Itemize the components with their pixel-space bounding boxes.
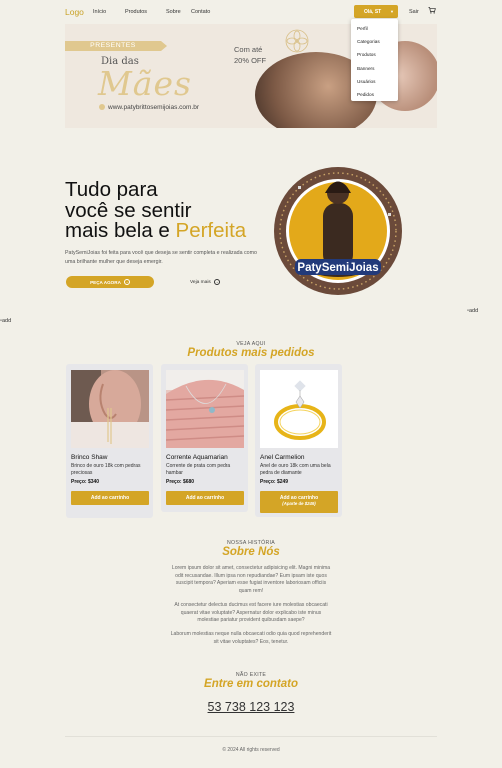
banner-site: www.patybrittosemijoias.com.br [99, 104, 199, 111]
cart-icon[interactable] [428, 7, 436, 14]
broken-image-right: ▫add [467, 308, 479, 314]
hero-title: Tudo para você se sentir mais bela e Per… [65, 178, 247, 242]
about-paragraph: At consectetur delectus ducimus est face… [174, 602, 328, 624]
see-more-link[interactable]: Veja mais → [190, 279, 220, 285]
product-price: Preço: $340 [71, 479, 100, 485]
product-image[interactable] [260, 370, 338, 448]
about-paragraph: Laborum molestias neque nulla obcaecati … [170, 631, 332, 645]
product-card-brinco[interactable]: Brinco Shaw Brinco de ouro 18k com pedra… [66, 364, 153, 518]
product-card-corrente[interactable]: Corrente Aquamarian Corrente de prata co… [161, 364, 248, 512]
navbar: Logo Início Produtos Sobre Contato Olá, … [0, 0, 502, 26]
products-title: Produtos mais pedidos [187, 347, 315, 359]
globe-icon [99, 104, 105, 110]
flower-emblem-icon [285, 29, 309, 53]
nav-link-inicio[interactable]: Início [93, 9, 106, 15]
footer-divider [65, 736, 437, 737]
arrow-right-icon: → [123, 279, 130, 285]
arrow-right-icon: → [213, 279, 220, 285]
about-title: Sobre Nós [222, 546, 280, 558]
banner-offer: Com até 20% OFF [234, 45, 267, 65]
user-dropdown-menu: Perfil Categorias Produtos Banners Usuár… [351, 19, 398, 101]
product-card-anel[interactable]: Anel Carmelion Anel de ouro 18k com uma … [255, 364, 342, 517]
menu-item-perfil[interactable]: Perfil [351, 23, 398, 36]
order-now-button[interactable]: PEÇA AGORA → [66, 276, 154, 288]
product-name: Anel Carmelion [260, 454, 305, 461]
product-image[interactable] [71, 370, 149, 448]
broken-image-left: ▫add [0, 318, 12, 324]
add-to-cart-button[interactable]: Add ao carrinho (Aparte de $249) [260, 491, 338, 513]
contact-title: Entre em contato [204, 678, 298, 690]
nav-link-contato[interactable]: Contato [191, 9, 210, 15]
product-name: Brinco Shaw [71, 454, 108, 461]
product-description: Corrente de prata com pedra hambar [166, 463, 231, 477]
banner-line2: Mães [98, 64, 192, 103]
footer-copyright: © 2024 All rights reserved [222, 747, 280, 753]
add-to-cart-button[interactable]: Add ao carrinho [71, 491, 149, 505]
user-menu-button[interactable]: Olá, ST ▼ [354, 5, 398, 18]
nav-link-produtos[interactable]: Produtos [125, 9, 147, 15]
price-note: (Aparte de $249) [282, 501, 316, 506]
hero-badge-image: PatySemiJoias [274, 167, 402, 295]
about-paragraph: Lorem ipsum dolor sit amet, consectetur … [171, 565, 331, 595]
menu-item-categorias[interactable]: Categorias [351, 36, 398, 49]
menu-item-usuarios[interactable]: Usuários [351, 76, 398, 89]
hero-badge-label: PatySemiJoias [297, 262, 378, 274]
logout-link[interactable]: Sair [409, 9, 419, 15]
product-name: Corrente Aquamarian [166, 454, 228, 461]
product-price: Preço: $249 [260, 479, 289, 485]
banner-tag: PRESENTES [65, 41, 167, 51]
menu-item-produtos[interactable]: Produtos [351, 49, 398, 62]
caret-down-icon: ▼ [390, 9, 394, 14]
product-image[interactable] [166, 370, 244, 448]
product-description: Brinco de ouro 18k com pedras preciosas [71, 463, 141, 477]
nav-link-sobre[interactable]: Sobre [166, 9, 181, 15]
menu-item-banners[interactable]: Banners [351, 63, 398, 76]
logo[interactable]: Logo [65, 7, 84, 17]
product-price: Preço: $680 [166, 479, 195, 485]
menu-item-pedidos[interactable]: Pedidos [351, 89, 398, 102]
contact-phone-link[interactable]: 53 738 123 123 [0, 700, 502, 714]
add-to-cart-button[interactable]: Add ao carrinho [166, 491, 244, 505]
hero-description: PatySemiJoias foi feita para você que de… [65, 250, 257, 265]
user-menu-label: Olá, ST [364, 8, 382, 15]
product-description: Anel de ouro 18k com uma bela pedra de d… [260, 463, 331, 477]
